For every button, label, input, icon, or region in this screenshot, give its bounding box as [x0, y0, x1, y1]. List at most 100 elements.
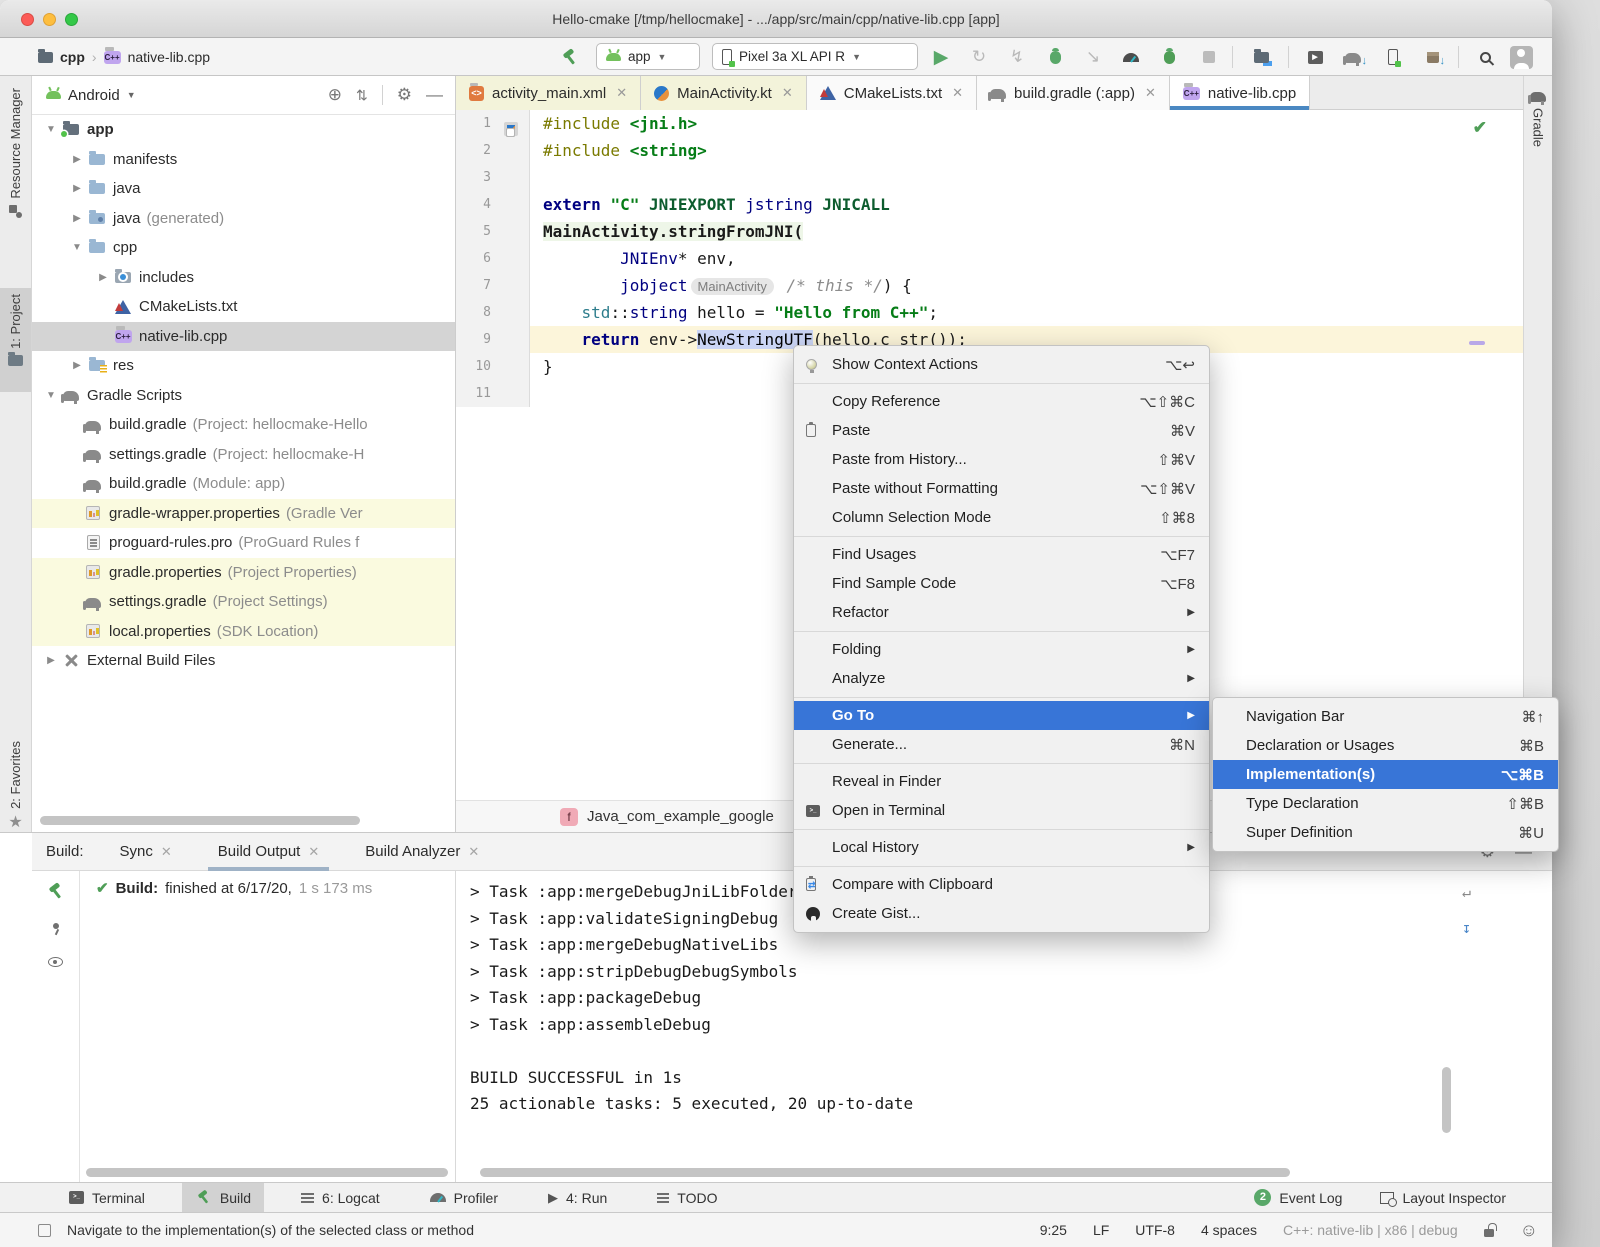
tab-build-output[interactable]: Build Output✕ — [208, 833, 329, 871]
menu-item-reveal-in-finder[interactable]: Reveal in Finder — [794, 767, 1209, 796]
sidebar-item-resource-manager[interactable]: Resource Manager — [0, 88, 31, 218]
collapse-all-icon[interactable]: ⇅ — [356, 87, 368, 104]
submenu-item-declaration-or-usages[interactable]: Declaration or Usages⌘B — [1213, 731, 1558, 760]
search-everywhere-button[interactable] — [1472, 45, 1498, 69]
tree-item-build-gradle-module[interactable]: build.gradle(Module: app) — [32, 469, 455, 499]
menu-item-open-in-terminal[interactable]: >_Open in Terminal — [794, 796, 1209, 825]
file-encoding[interactable]: UTF-8 — [1135, 1222, 1175, 1238]
tree-item-gradle-properties[interactable]: gradle.properties(Project Properties) — [32, 558, 455, 588]
device-select[interactable]: Pixel 3a XL API R ▼ — [712, 43, 918, 70]
debug-button[interactable] — [1042, 45, 1068, 69]
close-icon[interactable]: ✕ — [468, 844, 479, 860]
tab-build-analyzer[interactable]: Build Analyzer✕ — [355, 833, 489, 871]
submenu-item-super-definition[interactable]: Super Definition⌘U — [1213, 818, 1558, 847]
tree-item-settings-gradle-project[interactable]: settings.gradle(Project: hellocmake-H — [32, 440, 455, 470]
tree-item-local-properties[interactable]: local.properties(SDK Location) — [32, 617, 455, 647]
tab-sync[interactable]: Sync✕ — [110, 833, 182, 871]
menu-item-analyze[interactable]: Analyze▶ — [794, 664, 1209, 693]
tab-cmakelists[interactable]: CMakeLists.txt✕ — [807, 76, 977, 110]
hector-face-icon[interactable]: ☺ — [1520, 1220, 1538, 1241]
chevron-collapsed-icon[interactable]: ▶ — [66, 154, 88, 165]
inspections-ok-icon[interactable]: ✔ — [1473, 118, 1487, 138]
close-icon[interactable]: ✕ — [1145, 85, 1156, 101]
chevron-collapsed-icon[interactable]: ▶ — [66, 213, 88, 224]
menu-item-go-to[interactable]: Go To▶ — [794, 701, 1209, 730]
tree-item-java-generated[interactable]: ▶java(generated) — [32, 204, 455, 234]
build-context[interactable]: C++: native-lib | x86 | debug — [1283, 1222, 1458, 1238]
tree-item-gradle-scripts[interactable]: ▼Gradle Scripts — [32, 381, 455, 411]
tab-activity-main-xml[interactable]: <>activity_main.xml✕ — [456, 76, 641, 110]
tree-item-manifests[interactable]: ▶manifests — [32, 145, 455, 175]
menu-item-show-context-actions[interactable]: Show Context Actions⌥↩ — [794, 350, 1209, 379]
tab-native-lib-cpp[interactable]: C++native-lib.cpp — [1170, 76, 1310, 110]
gradle-sync-button[interactable]: ↓ — [1340, 45, 1366, 69]
vertical-scrollbar[interactable] — [1442, 1067, 1451, 1133]
chevron-collapsed-icon[interactable]: ▶ — [66, 183, 88, 194]
horizontal-scrollbar[interactable] — [86, 1168, 448, 1177]
submenu-item-type-declaration[interactable]: Type Declaration⇧⌘B — [1213, 789, 1558, 818]
tree-item-java[interactable]: ▶java — [32, 174, 455, 204]
close-icon[interactable]: ✕ — [952, 85, 963, 101]
tree-item-cpp[interactable]: ▼cpp — [32, 233, 455, 263]
breadcrumb[interactable]: cpp › C++ native-lib.cpp — [38, 38, 210, 76]
hide-panel-icon[interactable]: — — [426, 85, 443, 105]
tab-build-gradle[interactable]: build.gradle (:app)✕ — [977, 76, 1170, 110]
close-icon[interactable]: ✕ — [161, 844, 172, 860]
profile-avatar-button[interactable] — [1508, 45, 1534, 69]
menu-item-folding[interactable]: Folding▶ — [794, 635, 1209, 664]
logcat-button[interactable]: ▶ — [1302, 45, 1328, 69]
chevron-expanded-icon[interactable]: ▼ — [40, 124, 62, 135]
close-icon[interactable]: ✕ — [308, 844, 319, 860]
menu-item-paste[interactable]: Paste⌘V — [794, 416, 1209, 445]
tab-mainactivity-kt[interactable]: MainActivity.kt✕ — [641, 76, 807, 110]
attach-debugger-button[interactable]: ↘ — [1080, 45, 1106, 69]
stop-button[interactable] — [1196, 45, 1222, 69]
pin-icon[interactable] — [49, 922, 62, 935]
sdk-manager-button[interactable]: ↓ — [1420, 45, 1446, 69]
tree-item-app[interactable]: ▼app — [32, 115, 455, 145]
make-project-button[interactable] — [556, 45, 582, 69]
horizontal-scrollbar[interactable] — [480, 1168, 1290, 1177]
menu-item-local-history[interactable]: Local History▶ — [794, 833, 1209, 862]
submenu-item-implementations[interactable]: Implementation(s)⌥⌘B — [1213, 760, 1558, 789]
apply-code-changes-button[interactable]: ↯ — [1004, 45, 1030, 69]
tree-item-settings-gradle-settings[interactable]: settings.gradle(Project Settings) — [32, 587, 455, 617]
fold-marker-icon[interactable] — [506, 128, 515, 137]
menu-item-find-sample-code[interactable]: Find Sample Code⌥F8 — [794, 569, 1209, 598]
project-view-selector[interactable]: Android — [68, 87, 120, 104]
menu-item-paste-without-formatting[interactable]: Paste without Formatting⌥⇧⌘V — [794, 474, 1209, 503]
menu-item-paste-from-history[interactable]: Paste from History...⇧⌘V — [794, 445, 1209, 474]
tree-item-external-build-files[interactable]: ▶External Build Files — [32, 646, 455, 676]
tree-item-res[interactable]: ▶res — [32, 351, 455, 381]
line-ending[interactable]: LF — [1093, 1222, 1109, 1238]
breadcrumb-file[interactable]: native-lib.cpp — [128, 49, 211, 65]
chevron-expanded-icon[interactable]: ▼ — [40, 390, 62, 401]
run-button[interactable]: ▶ — [928, 45, 954, 69]
caret-position[interactable]: 9:25 — [1040, 1222, 1067, 1238]
indent-setting[interactable]: 4 spaces — [1201, 1222, 1257, 1238]
menu-item-column-selection-mode[interactable]: Column Selection Mode⇧⌘8 — [794, 503, 1209, 532]
soft-wrap-icon[interactable]: ↵ — [1462, 883, 1471, 901]
status-square-icon[interactable] — [38, 1224, 51, 1237]
menu-item-refactor[interactable]: Refactor▶ — [794, 598, 1209, 627]
tree-item-native-lib[interactable]: C++native-lib.cpp — [32, 322, 455, 352]
build-status-row[interactable]: ✔ Build: finished at 6/17/20, 1 s 173 ms — [96, 879, 372, 897]
tree-item-cmakelists[interactable]: CMakeLists.txt — [32, 292, 455, 322]
toolwindow-terminal[interactable]: >_Terminal — [56, 1183, 158, 1213]
avd-manager-button[interactable] — [1380, 45, 1406, 69]
locate-file-icon[interactable]: ⊕ — [328, 85, 342, 105]
tree-item-gradle-wrapper-properties[interactable]: gradle-wrapper.properties(Gradle Ver — [32, 499, 455, 529]
close-icon[interactable]: ✕ — [782, 85, 793, 101]
breadcrumb-folder[interactable]: cpp — [60, 49, 85, 65]
sidebar-item-gradle[interactable]: Gradle — [1524, 90, 1552, 147]
capture-button[interactable] — [1248, 45, 1274, 69]
chevron-collapsed-icon[interactable]: ▶ — [92, 272, 114, 283]
menu-item-copy-reference[interactable]: Copy Reference⌥⇧⌘C — [794, 387, 1209, 416]
menu-item-create-gist[interactable]: Create Gist... — [794, 899, 1209, 928]
profile-button[interactable] — [1118, 45, 1144, 69]
sidebar-item-favorites[interactable]: 2: Favorites ★ — [0, 741, 31, 831]
apply-changes-button[interactable]: ↻ — [966, 45, 992, 69]
menu-item-generate[interactable]: Generate...⌘N — [794, 730, 1209, 759]
toolwindow-build[interactable]: Build — [182, 1183, 264, 1213]
horizontal-scrollbar[interactable] — [40, 816, 360, 825]
